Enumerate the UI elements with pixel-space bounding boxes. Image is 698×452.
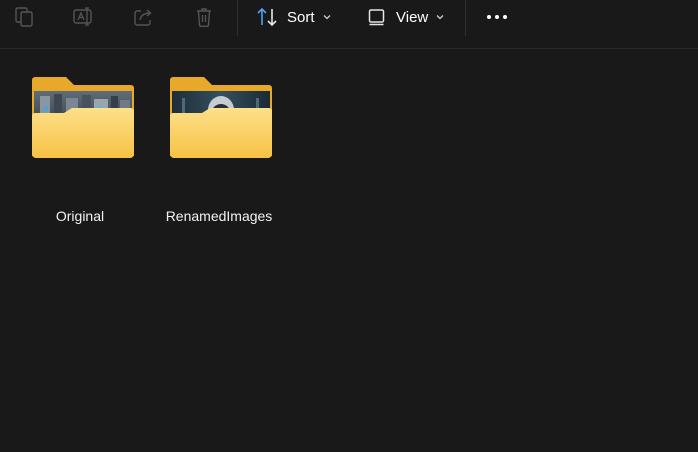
folder-icon — [30, 76, 136, 160]
share-icon[interactable] — [131, 4, 157, 30]
folder-name: Original — [55, 208, 105, 224]
toolbar-divider — [237, 0, 238, 36]
sort-label: Sort — [287, 8, 315, 26]
copy-icon[interactable] — [11, 4, 37, 30]
chevron-down-icon — [435, 13, 445, 21]
view-label: View — [396, 8, 429, 26]
delete-icon[interactable] — [191, 4, 217, 30]
view-icon — [367, 7, 387, 27]
more-icon[interactable] — [484, 4, 510, 30]
folder-item-renamedimages[interactable]: RenamedImages — [156, 76, 282, 236]
folder-item-original[interactable]: Original — [18, 76, 142, 236]
command-bar: Sort View — [0, 0, 698, 49]
rename-icon[interactable] — [71, 4, 97, 30]
chevron-down-icon — [322, 13, 332, 21]
folder-icon — [168, 76, 274, 160]
view-button[interactable]: View — [367, 2, 445, 32]
sort-icon — [256, 6, 278, 28]
sort-button[interactable]: Sort — [256, 2, 332, 32]
folder-name: RenamedImages — [165, 208, 273, 224]
folder-view: Original RenamedImages — [0, 50, 698, 452]
file-explorer-window: Sort View Original RenamedImages — [0, 0, 698, 452]
toolbar-divider — [465, 0, 466, 36]
